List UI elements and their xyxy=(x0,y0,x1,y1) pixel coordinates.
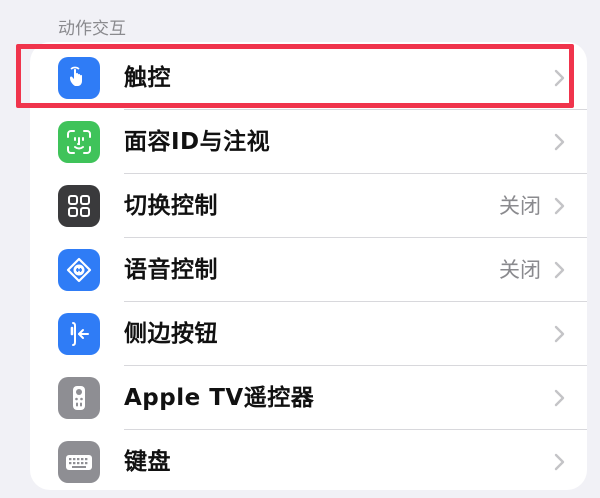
settings-row-voice-control[interactable]: 语音控制 关闭 xyxy=(30,238,587,302)
settings-group: 触控 面容ID与注视 切换控制 关闭 语音控制 关闭 侧边按钮 Apple TV… xyxy=(30,42,587,490)
switch-control-icon xyxy=(58,185,100,227)
chevron-right-icon xyxy=(554,133,565,151)
settings-row-label: 面容ID与注视 xyxy=(124,129,271,155)
chevron-right-icon xyxy=(554,325,565,343)
settings-row-label: 语音控制 xyxy=(124,257,218,283)
chevron-right-icon xyxy=(554,261,565,279)
highlight-box xyxy=(16,44,574,108)
settings-row-value: 关闭 xyxy=(499,258,541,282)
settings-row-switch-control[interactable]: 切换控制 关闭 xyxy=(30,174,587,238)
tv-remote-icon xyxy=(58,377,100,419)
chevron-right-icon xyxy=(554,389,565,407)
settings-row-value: 关闭 xyxy=(499,194,541,218)
chevron-right-icon xyxy=(554,453,565,471)
section-header: 动作交互 xyxy=(58,19,126,39)
settings-row-label: Apple TV遥控器 xyxy=(124,385,315,411)
settings-row-face-id[interactable]: 面容ID与注视 xyxy=(30,110,587,174)
settings-row-label: 侧边按钮 xyxy=(124,321,218,347)
settings-row-keyboard[interactable]: 键盘 xyxy=(30,430,587,490)
voice-control-icon xyxy=(58,249,100,291)
settings-row-apple-tv-remote[interactable]: Apple TV遥控器 xyxy=(30,366,587,430)
chevron-right-icon xyxy=(554,197,565,215)
side-button-icon xyxy=(58,313,100,355)
face-id-icon xyxy=(58,121,100,163)
keyboard-icon xyxy=(58,441,100,483)
settings-row-side-button[interactable]: 侧边按钮 xyxy=(30,302,587,366)
settings-row-label: 切换控制 xyxy=(124,193,218,219)
settings-row-label: 键盘 xyxy=(124,449,171,475)
